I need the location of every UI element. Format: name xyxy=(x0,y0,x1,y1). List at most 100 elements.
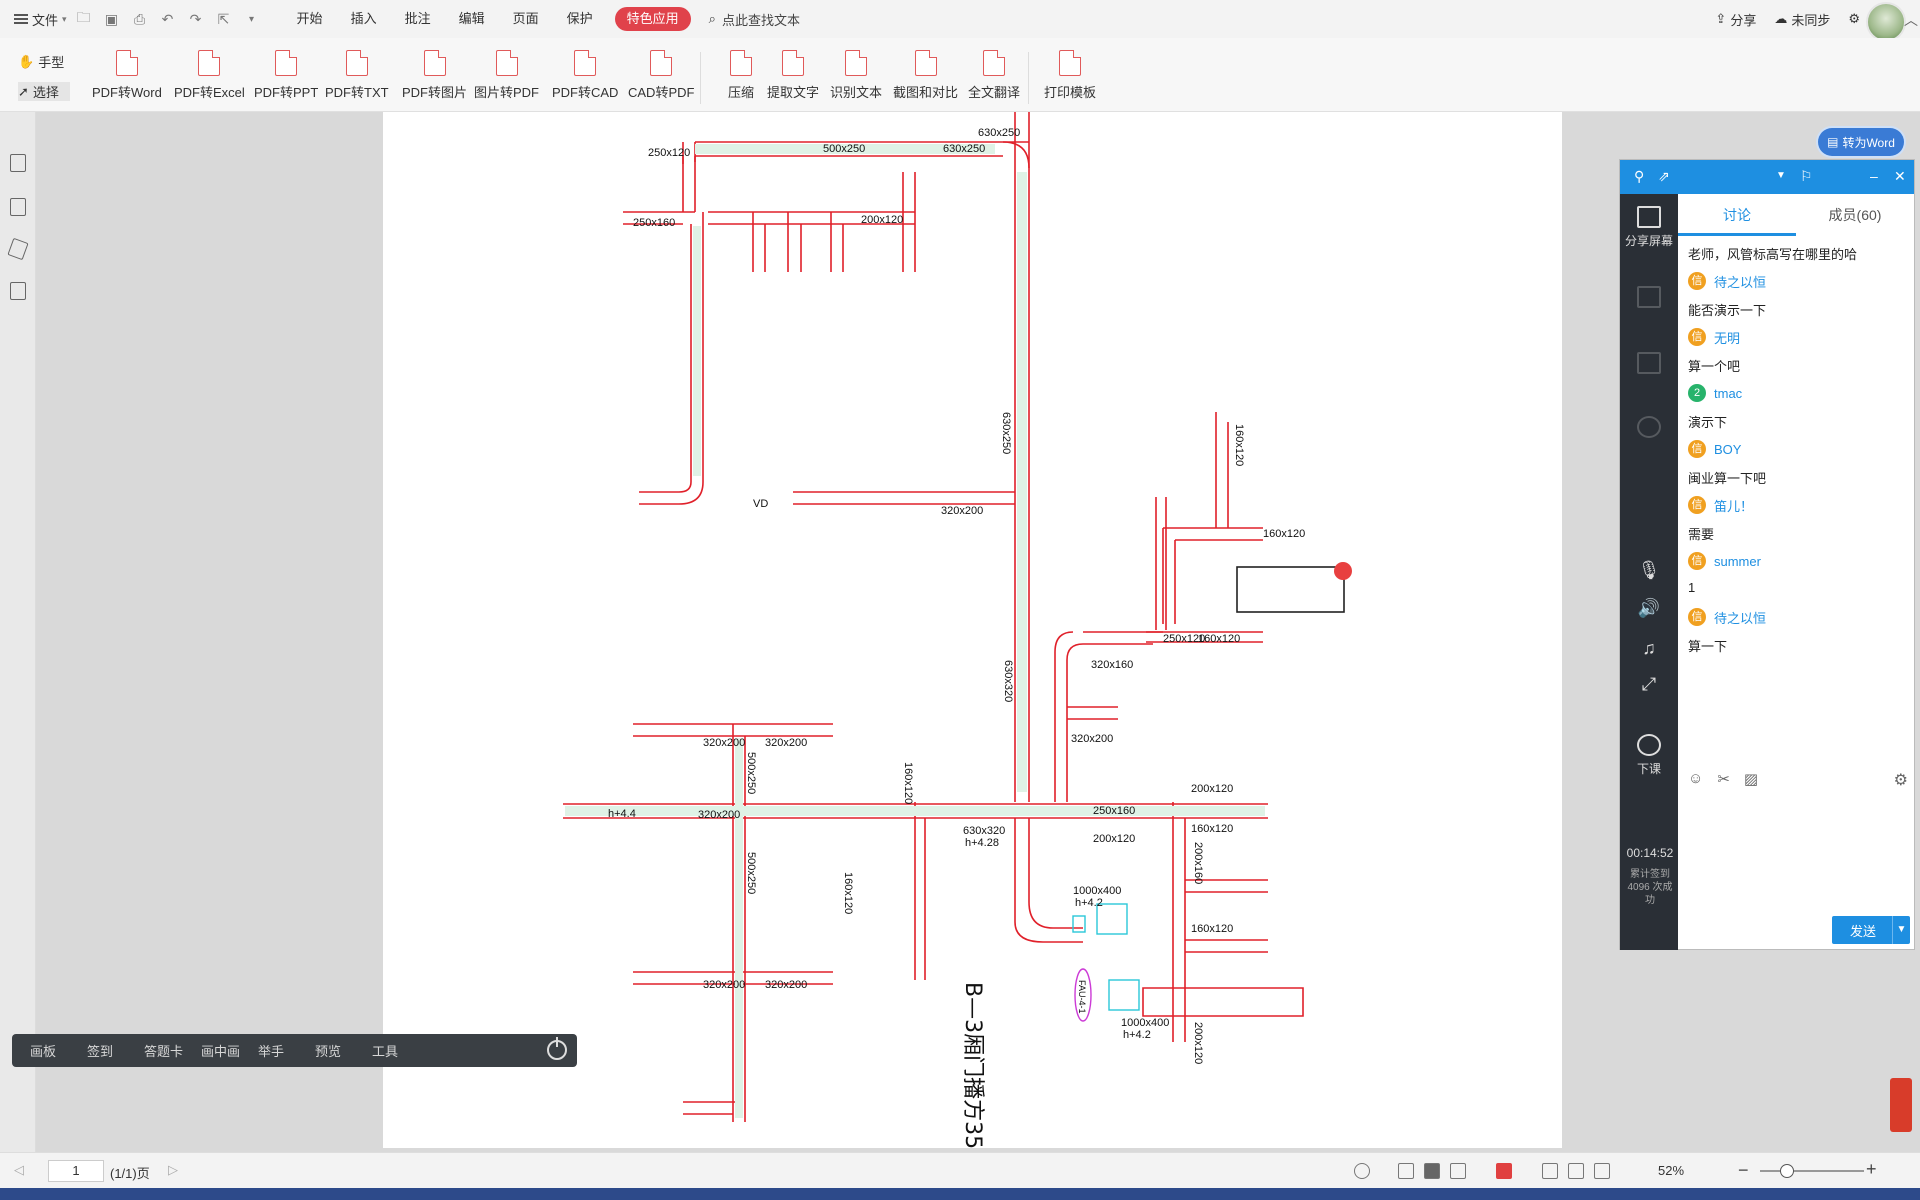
user-avatar[interactable] xyxy=(1866,2,1906,42)
image-icon[interactable]: ▨ xyxy=(1744,770,1758,788)
camera-button[interactable] xyxy=(1620,416,1678,442)
whiteboard-button[interactable]: 画板 xyxy=(30,1041,87,1060)
duct-label: 320x200 xyxy=(703,979,745,991)
tab-special-apps[interactable]: 特色应用 xyxy=(614,7,691,31)
search-icon: ⌕ xyxy=(708,11,716,26)
tab-edit[interactable]: 编辑 xyxy=(445,0,499,38)
minimize-icon[interactable]: – xyxy=(1870,169,1884,183)
print-icon[interactable]: ⎙ xyxy=(129,8,151,30)
chat-message-list: 老师，风管标高写在哪里的哈 信待之以恒 能否演示一下 信无明 算一个吧 2 tma… xyxy=(1688,244,1908,654)
fit-width-icon[interactable] xyxy=(1542,1163,1558,1179)
close-icon[interactable]: ✕ xyxy=(1894,169,1908,183)
image-to-pdf-button[interactable]: 图片转PDF xyxy=(474,50,539,106)
tab-insert[interactable]: 插入 xyxy=(337,0,391,38)
pdf-to-txt-button[interactable]: PDF转TXT xyxy=(325,50,389,106)
redo-icon[interactable]: ↷ xyxy=(185,8,207,30)
send-options-chevron-icon[interactable]: ▼ xyxy=(1892,916,1910,944)
open-folder-icon[interactable]: 🗀 xyxy=(73,8,95,30)
pdf-to-excel-button[interactable]: PDF转Excel xyxy=(174,50,245,106)
attachment-icon[interactable] xyxy=(10,282,26,300)
tab-page[interactable]: 页面 xyxy=(499,0,553,38)
sync-status-button[interactable]: ☁ 未同步 xyxy=(1774,10,1830,29)
end-class-button[interactable]: 下课 xyxy=(1620,734,1678,777)
bookmark-icon[interactable] xyxy=(7,237,29,261)
prev-page-icon[interactable]: ◁ xyxy=(14,1162,24,1178)
more-chevron-icon[interactable]: ▾ xyxy=(241,8,263,30)
zoom-out-icon[interactable]: − xyxy=(1738,1160,1749,1181)
zoom-level[interactable]: 52% xyxy=(1658,1163,1684,1178)
speaker-icon[interactable]: 🔊 xyxy=(1620,598,1678,619)
send-button[interactable]: 发送 ▼ xyxy=(1832,916,1910,944)
file-menu[interactable]: 文件 ▾ xyxy=(14,10,67,29)
duct-label: 200x120 xyxy=(1093,833,1135,845)
settings-icon[interactable]: ⚙ xyxy=(1848,11,1860,27)
print-template-button[interactable]: 打印模板 xyxy=(1044,50,1096,106)
preview-button[interactable]: 预览 xyxy=(315,1041,372,1060)
author-name: 待之以恒 xyxy=(1714,610,1767,626)
outline-icon[interactable] xyxy=(10,154,26,172)
picture-in-picture-button[interactable]: 画中画 xyxy=(201,1041,258,1060)
ppt-icon xyxy=(1637,286,1661,308)
pdf-to-word-button[interactable]: PDF转Word xyxy=(92,50,162,106)
full-translate-button[interactable]: 全文翻译 xyxy=(968,50,1020,106)
export-icon[interactable]: ⇱ xyxy=(213,8,235,30)
gift-icon[interactable] xyxy=(1890,1078,1912,1132)
eye-icon[interactable] xyxy=(1354,1163,1370,1179)
expand-icon[interactable]: ⤢ xyxy=(1620,674,1678,695)
next-page-icon[interactable]: ▷ xyxy=(168,1162,178,1178)
fit-page-icon[interactable] xyxy=(1568,1163,1584,1179)
extract-text-button[interactable]: 提取文字 xyxy=(767,50,819,106)
single-page-icon[interactable] xyxy=(1398,1163,1414,1179)
answer-card-button[interactable]: 答题卡 xyxy=(144,1041,201,1060)
select-tool-button[interactable]: ➚ 选择 xyxy=(18,82,70,101)
two-page-icon[interactable] xyxy=(1450,1163,1466,1179)
pdf-page[interactable]: 250x120 500x250 630x250 630x250 250x160 … xyxy=(383,112,1562,1148)
page-number-input[interactable]: 1 xyxy=(48,1160,104,1182)
chat-settings-icon[interactable]: ⚙ xyxy=(1894,770,1908,790)
tab-annotate[interactable]: 批注 xyxy=(391,0,445,38)
duct-label: 630x250 xyxy=(978,127,1020,139)
popout-icon[interactable]: ⇗ xyxy=(1658,169,1672,183)
compress-button[interactable]: 压缩 xyxy=(728,50,754,106)
tab-protect[interactable]: 保护 xyxy=(553,0,607,38)
pdf-to-image-button[interactable]: PDF转图片 xyxy=(402,50,467,106)
zoom-in-icon[interactable]: + xyxy=(1866,1159,1877,1180)
collapse-ribbon-icon[interactable]: ︿ xyxy=(1904,10,1918,30)
zoom-slider-track[interactable] xyxy=(1760,1170,1864,1172)
tab-members[interactable]: 成员(60) xyxy=(1796,194,1914,236)
tools-button[interactable]: 工具 xyxy=(372,1041,429,1060)
dropdown-icon[interactable]: ▼ xyxy=(1776,169,1790,183)
thumbnail-icon[interactable] xyxy=(10,198,26,216)
rotate-icon[interactable] xyxy=(1594,1163,1610,1179)
find-text-search[interactable]: ⌕ 点此查找文本 xyxy=(709,10,800,29)
pin-icon[interactable]: ⚐ xyxy=(1800,169,1814,183)
screenshot-compare-button[interactable]: 截图和对比 xyxy=(893,50,958,106)
tab-start[interactable]: 开始 xyxy=(283,0,337,38)
continuous-page-icon[interactable] xyxy=(1424,1163,1440,1179)
location-icon[interactable]: ⚲ xyxy=(1634,169,1648,183)
share-screen-button[interactable]: 分享屏幕 xyxy=(1620,206,1678,249)
emoji-icon[interactable]: ☺ xyxy=(1688,770,1703,788)
undo-icon[interactable]: ↶ xyxy=(157,8,179,30)
pdf-to-cad-button[interactable]: PDF转CAD xyxy=(552,50,618,106)
pdf-to-ppt-button[interactable]: PDF转PPT xyxy=(254,50,318,106)
ppt-button[interactable] xyxy=(1620,286,1678,312)
power-icon[interactable] xyxy=(547,1037,567,1060)
video-button[interactable] xyxy=(1620,352,1678,378)
scissors-icon[interactable]: ✂ xyxy=(1717,770,1730,788)
share-button[interactable]: ⇪ 分享 xyxy=(1715,10,1756,29)
raise-hand-button[interactable]: 举手 xyxy=(258,1041,315,1060)
cad-to-pdf-button[interactable]: CAD转PDF xyxy=(628,50,694,106)
play-icon[interactable] xyxy=(1496,1163,1512,1179)
screenshot-icon xyxy=(914,50,937,76)
recognize-text-button[interactable]: 识别文本 xyxy=(830,50,882,106)
microphone-icon[interactable]: 🎙 xyxy=(1620,560,1678,581)
save-icon[interactable]: ▣ xyxy=(101,8,123,30)
full-translate-label: 全文翻译 xyxy=(968,85,1021,100)
convert-to-word-button[interactable]: ▤ 转为Word xyxy=(1818,128,1904,156)
music-icon[interactable]: ♫ xyxy=(1620,638,1678,659)
tab-discussion[interactable]: 讨论 xyxy=(1678,194,1796,236)
sign-in-button[interactable]: 签到 xyxy=(87,1041,144,1060)
hand-tool-button[interactable]: ✋ 手型 xyxy=(18,52,70,71)
zoom-slider-handle[interactable] xyxy=(1780,1164,1794,1178)
